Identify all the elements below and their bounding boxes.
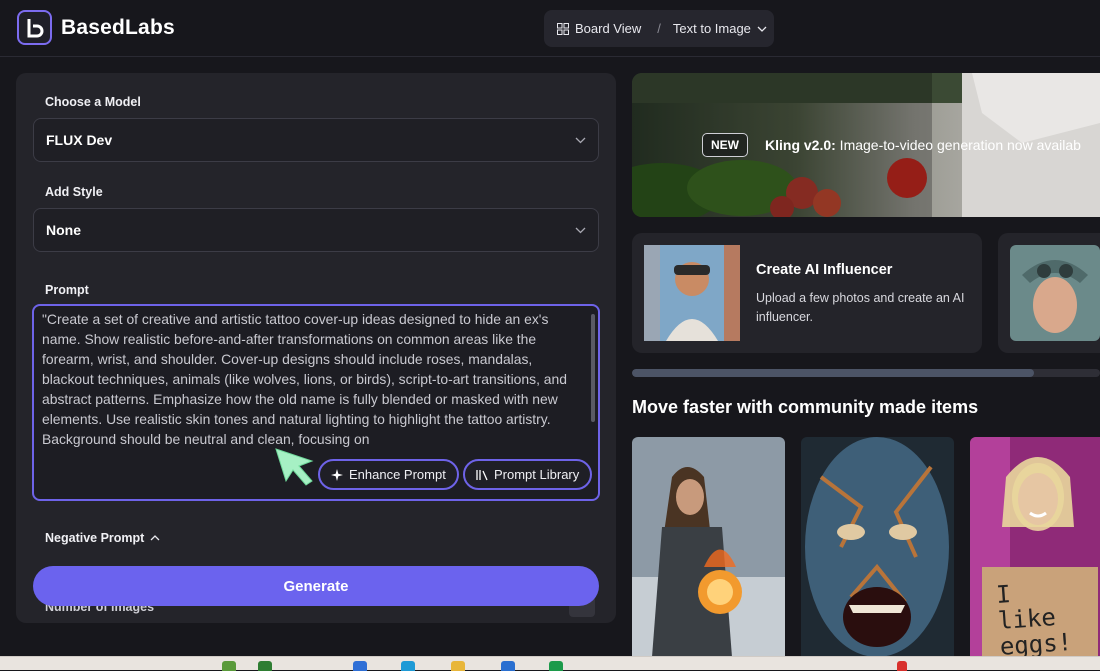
- model-label: Choose a Model: [45, 95, 141, 109]
- prompt-text[interactable]: "Create a set of creative and artistic t…: [42, 309, 582, 449]
- steampunk-portrait-image: [1010, 245, 1100, 341]
- carousel-progress-fill: [632, 369, 1035, 377]
- enhance-prompt-label: Enhance Prompt: [349, 467, 446, 482]
- prompt-library-button[interactable]: Prompt Library: [463, 459, 593, 490]
- enhance-prompt-button[interactable]: Enhance Prompt: [318, 459, 459, 490]
- community-item[interactable]: I like eggs!: [970, 437, 1100, 657]
- community-item[interactable]: [801, 437, 954, 657]
- logo-glyph-icon: [27, 18, 43, 37]
- chevron-up-icon: [150, 535, 160, 541]
- mode-label: Text to Image: [672, 21, 751, 36]
- negative-prompt-label: Negative Prompt: [45, 531, 145, 545]
- chevron-down-icon: [757, 26, 767, 32]
- fire-orb-warrior-image: [632, 437, 785, 657]
- prompt-textarea[interactable]: "Create a set of creative and artistic t…: [32, 304, 600, 501]
- board-view-link[interactable]: Board View: [557, 21, 641, 36]
- announcement-banner[interactable]: NEW Kling v2.0: Image-to-video generatio…: [632, 73, 1100, 217]
- community-item[interactable]: [632, 437, 785, 657]
- chevron-down-icon: [575, 137, 586, 143]
- influencer-photos-image: [644, 245, 740, 341]
- chevron-down-icon: [575, 227, 586, 233]
- influencer-card-title: Create AI Influencer: [756, 262, 893, 278]
- cardboard-sign-text: I like eggs!: [995, 580, 1073, 657]
- style-value: None: [46, 222, 81, 238]
- sparkle-icon: [331, 468, 343, 481]
- view-switcher: Board View / Text to Image: [544, 10, 774, 47]
- next-feature-card[interactable]: [998, 233, 1100, 353]
- influencer-card-description: Upload a few photos and create an AI inf…: [756, 291, 965, 324]
- top-bar: BasedLabs Board View / Text to Image: [0, 0, 1100, 57]
- banner-description: Image-to-video generation now availab: [835, 137, 1081, 153]
- carousel-progress[interactable]: [632, 369, 1100, 377]
- model-value: FLUX Dev: [46, 132, 113, 148]
- generate-label: Generate: [283, 577, 349, 595]
- new-badge: NEW: [702, 133, 748, 157]
- model-select[interactable]: FLUX Dev: [33, 118, 599, 162]
- basedlabs-logo[interactable]: [17, 10, 52, 45]
- library-icon: [476, 469, 488, 480]
- app-name: BasedLabs: [61, 16, 175, 39]
- style-label: Add Style: [45, 185, 103, 199]
- prompt-scrollbar[interactable]: [591, 314, 595, 422]
- os-taskbar: [0, 656, 1100, 671]
- style-select[interactable]: None: [33, 208, 599, 252]
- ai-influencer-card[interactable]: Create AI Influencer Upload a few photos…: [632, 233, 982, 353]
- negative-prompt-toggle[interactable]: Negative Prompt: [45, 531, 160, 545]
- grid-icon: [557, 22, 569, 35]
- banner-title: Kling v2.0:: [765, 137, 836, 153]
- community-section-title: Move faster with community made items: [632, 397, 979, 417]
- banner-text: Kling v2.0: Image-to-video generation no…: [765, 137, 1081, 153]
- cracked-face-monster-image: [801, 437, 954, 657]
- generation-panel: Choose a Model FLUX Dev Add Style None P…: [16, 73, 616, 623]
- prompt-library-label: Prompt Library: [494, 467, 580, 482]
- board-view-label: Board View: [575, 21, 642, 36]
- prompt-label: Prompt: [45, 283, 89, 297]
- generate-button[interactable]: Generate: [33, 566, 599, 606]
- breadcrumb-separator: /: [657, 21, 661, 36]
- cursor-arrow-icon: [275, 448, 314, 486]
- mode-dropdown[interactable]: Text to Image: [673, 21, 767, 36]
